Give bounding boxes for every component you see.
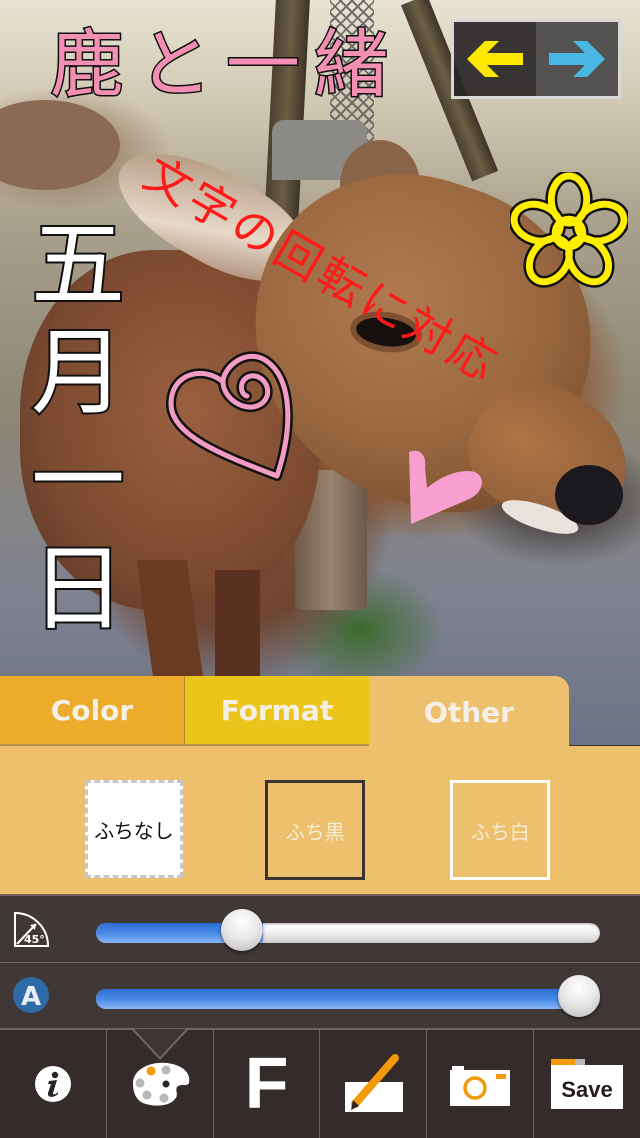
pen-icon: [345, 1054, 404, 1112]
title-text-sticker[interactable]: 鹿と一緒: [49, 27, 402, 104]
vertical-date-sticker[interactable]: 五 月 一 日: [26, 210, 130, 646]
heart-solid-sticker[interactable]: [405, 448, 485, 526]
alpha-slider-track[interactable]: [96, 989, 600, 1009]
slider-panel: 45° A: [0, 894, 640, 1028]
camera-icon: [450, 1066, 511, 1106]
svg-text:Save: Save: [561, 1077, 612, 1102]
frame-white-option[interactable]: ふち白: [450, 780, 550, 880]
bottom-toolbar: F Save: [0, 1028, 640, 1138]
frame-none-option[interactable]: ふちなし: [85, 780, 183, 878]
tab-other[interactable]: Other: [369, 676, 569, 748]
undo-redo-control: [451, 19, 621, 99]
rotation-slider-thumb[interactable]: [220, 909, 263, 951]
svg-text:A: A: [21, 982, 41, 1012]
save-button[interactable]: Save: [533, 1030, 640, 1138]
font-icon: F: [244, 1044, 289, 1124]
photo-canvas[interactable]: 鹿と一緒 文字の回転に対応 五 月 一 日: [0, 0, 640, 745]
rotation-45-icon: 45°: [14, 911, 50, 947]
photo-deer-background: [0, 100, 120, 190]
palette-button[interactable]: [105, 1029, 213, 1138]
arrow-right-icon: [549, 41, 605, 77]
flower-sticker[interactable]: [510, 172, 628, 290]
arrow-left-icon: [467, 41, 523, 77]
vertical-char: 日: [29, 534, 127, 646]
vertical-char: 一: [29, 426, 127, 538]
alpha-slider-thumb[interactable]: [558, 975, 600, 1017]
forward-button[interactable]: [536, 22, 618, 96]
save-icon: Save: [551, 1059, 624, 1109]
back-button[interactable]: [454, 22, 536, 96]
alpha-slider-fill: [96, 989, 600, 1009]
draw-button[interactable]: [319, 1030, 426, 1138]
heart-swirl-sticker[interactable]: [165, 348, 297, 486]
rotation-slider-track[interactable]: [96, 923, 600, 943]
vertical-char: 五: [29, 210, 127, 322]
svg-text:45°: 45°: [24, 933, 45, 946]
editor-tabs: Color Format Other: [0, 676, 640, 748]
alpha-slider-row: A: [0, 962, 640, 1028]
palette-icon: [132, 1062, 190, 1106]
alpha-a-icon: A: [13, 977, 49, 1013]
frame-options-panel: ふちなし ふち黒 ふち白: [0, 746, 640, 894]
frame-black-option[interactable]: ふち黒: [265, 780, 365, 880]
vertical-char: 月: [29, 318, 127, 430]
info-button[interactable]: [0, 1030, 106, 1138]
photo-deer-nose: [555, 465, 623, 525]
camera-button[interactable]: [426, 1030, 533, 1138]
tab-color[interactable]: Color: [0, 676, 185, 746]
active-indicator: [131, 1029, 188, 1060]
rotation-slider-row: 45°: [0, 894, 640, 963]
font-button[interactable]: F: [212, 1030, 320, 1138]
tab-format[interactable]: Format: [185, 676, 369, 746]
info-icon: [34, 1066, 71, 1102]
